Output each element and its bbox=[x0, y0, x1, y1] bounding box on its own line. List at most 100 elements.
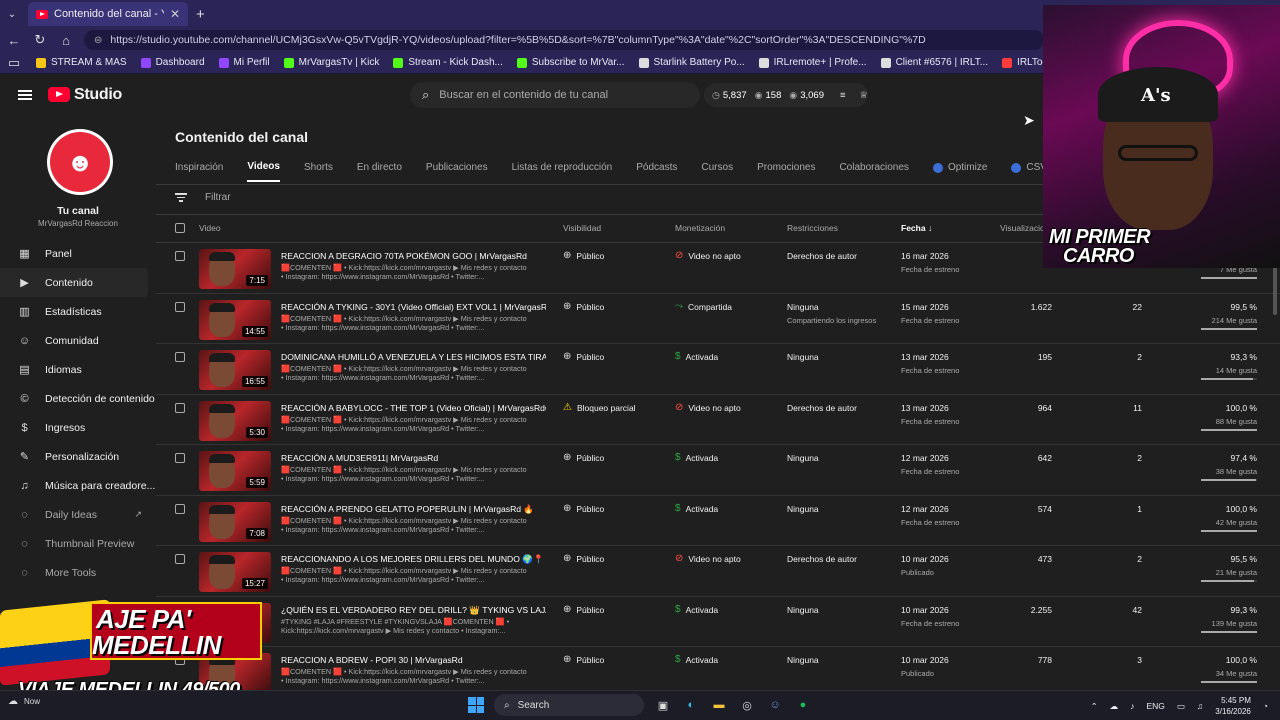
studio-logo[interactable]: Studio bbox=[48, 86, 122, 104]
visibility-cell[interactable]: ⊕ Público bbox=[563, 352, 604, 363]
video-title[interactable]: DOMINICANA HUMILLÓ A VENEZUELA Y LES HIC… bbox=[281, 352, 546, 362]
video-thumbnail[interactable]: 7:15 bbox=[199, 249, 271, 289]
widgets-button[interactable]: ☁ Now bbox=[8, 696, 40, 707]
column-views[interactable]: Visualizacio bbox=[1000, 223, 1045, 233]
search-input[interactable]: ⌕ Buscar en el contenido de tu canal bbox=[410, 82, 700, 108]
new-tab-icon[interactable]: + bbox=[196, 6, 205, 23]
monetization-cell[interactable]: $ Activada bbox=[675, 503, 718, 514]
bookmark-item[interactable]: Mi Perfil bbox=[218, 57, 270, 68]
url-field[interactable]: ⊜ https://studio.youtube.com/channel/UCM… bbox=[84, 30, 1044, 50]
tray-chevron-icon[interactable]: ⌃ bbox=[1091, 701, 1098, 712]
visibility-cell[interactable]: ⊕ Público bbox=[563, 655, 604, 666]
monetization-cell[interactable]: $ Activada bbox=[675, 453, 718, 464]
sidebar-item-more-tools[interactable]: ◌ More Tools bbox=[0, 558, 156, 587]
tab-pódcasts[interactable]: Pódcasts bbox=[636, 161, 677, 182]
video-title[interactable]: REACCIÓN A TYKING - 30Y1 (Video Official… bbox=[281, 302, 546, 313]
row-checkbox[interactable] bbox=[175, 453, 185, 463]
filter-icon[interactable] bbox=[175, 193, 187, 202]
video-thumbnail[interactable]: 5:59 bbox=[199, 451, 271, 491]
tab-shorts[interactable]: Shorts bbox=[304, 161, 333, 182]
tab-videos[interactable]: Videos bbox=[247, 161, 280, 182]
bookmark-item[interactable]: Subscribe to MrVar... bbox=[516, 57, 625, 68]
column-visibility[interactable]: Visibilidad bbox=[563, 223, 601, 233]
clock[interactable]: 5:45 PM 3/16/2026 bbox=[1215, 695, 1251, 717]
menu-icon[interactable] bbox=[18, 89, 32, 100]
browser-tab[interactable]: Contenido del canal - YouTube St... ✕ bbox=[28, 2, 188, 26]
table-row[interactable]: 5:59 REACCIÓN A MUD3ER911| MrVargasRd 🟥COM… bbox=[156, 445, 1280, 496]
video-title[interactable]: REACCIÓN A PRENDO GELATTO POPERULIN | Mr… bbox=[281, 504, 546, 515]
visibility-cell[interactable]: ⊕ Público bbox=[563, 301, 604, 312]
home-icon[interactable]: ⌂ bbox=[58, 33, 74, 48]
tab-colaboraciones[interactable]: Colaboraciones bbox=[839, 161, 909, 182]
sidebar-item-deteccion[interactable]: © Detección de contenido bbox=[0, 384, 156, 413]
task-view-icon[interactable]: ▣ bbox=[654, 696, 672, 714]
filter-input[interactable]: Filtrar bbox=[205, 192, 231, 203]
monetization-cell[interactable]: $ Activada bbox=[675, 352, 718, 363]
row-checkbox[interactable] bbox=[175, 352, 185, 362]
tab-optimize[interactable]: Optimize bbox=[932, 161, 987, 182]
network-icon[interactable]: ▭ bbox=[1177, 701, 1185, 712]
bookmarks-menu-icon[interactable]: ▭ bbox=[6, 55, 22, 71]
video-title[interactable]: REACCIÓN A BABYLOCC - THE TOP 1 (Video O… bbox=[281, 403, 546, 414]
language-indicator[interactable]: ENG bbox=[1146, 701, 1164, 711]
bookmark-item[interactable]: Client #6576 | IRLT... bbox=[880, 57, 988, 68]
bookmark-item[interactable]: Stream - Kick Dash... bbox=[393, 57, 503, 68]
list-icon[interactable]: ≡ bbox=[840, 90, 846, 101]
sidebar-item-daily-ideas[interactable]: ◌ Daily Ideas ↗ bbox=[0, 500, 156, 529]
sidebar-item-ingresos[interactable]: $ Ingresos bbox=[0, 413, 156, 442]
table-row[interactable]: 16:55 DOMINICANA HUMILLÓ A VENEZUELA Y LE… bbox=[156, 344, 1280, 395]
video-title[interactable]: REACCION A DEGRACIO 70TA POKÉMON GOO | M… bbox=[281, 251, 546, 261]
monetization-cell[interactable]: $ Activada bbox=[675, 655, 718, 666]
visibility-cell[interactable]: ⊕ Público bbox=[563, 604, 604, 615]
video-thumbnail[interactable]: 7:08 bbox=[199, 501, 271, 542]
table-row[interactable]: 5:30 REACCIÓN A BABYLOCC - THE TOP 1 (Vid… bbox=[156, 395, 1280, 445]
bookmark-item[interactable]: Dashboard bbox=[140, 57, 205, 68]
table-row[interactable]: ¿QUIÉN ES EL VERDADERO REY DEL DRILL? 👑 … bbox=[156, 597, 1280, 647]
bookmark-item[interactable]: MrVargasTv | Kick bbox=[283, 57, 379, 68]
close-tab-icon[interactable]: ✕ bbox=[170, 7, 180, 21]
tab-cursos[interactable]: Cursos bbox=[701, 161, 733, 182]
table-row[interactable]: 14:55 REACCIÓN A TYKING - 30Y1 (Video Off… bbox=[156, 294, 1280, 344]
sidebar-item-personalizacion[interactable]: ✎ Personalización bbox=[0, 442, 156, 471]
visibility-cell[interactable]: ⊕ Público bbox=[563, 554, 604, 565]
video-title[interactable]: REACCIÓN A MUD3ER911| MrVargasRd bbox=[281, 453, 546, 463]
channel-stats-widget[interactable]: ◷ 5,837 ◉ 158 ◉ 3,069 ≡ ♕ bbox=[704, 83, 868, 107]
visibility-cell[interactable]: ⊕ Público bbox=[563, 251, 604, 262]
video-thumbnail[interactable]: 5:30 bbox=[199, 400, 271, 441]
video-thumbnail[interactable]: 14:55 bbox=[199, 299, 271, 340]
discord-icon[interactable]: ☺ bbox=[766, 696, 784, 714]
edge-browser-icon[interactable]: ◐ bbox=[682, 696, 700, 714]
row-checkbox[interactable] bbox=[175, 554, 185, 564]
sidebar-item-contenido[interactable]: ▶ Contenido bbox=[0, 268, 148, 297]
sidebar-item-panel[interactable]: ▦ Panel bbox=[0, 239, 156, 268]
row-checkbox[interactable] bbox=[175, 301, 185, 312]
spotify-icon[interactable]: ● bbox=[794, 696, 812, 714]
microphone-icon[interactable]: ♪ bbox=[1130, 701, 1134, 711]
reload-icon[interactable]: ↻ bbox=[32, 32, 48, 48]
taskbar-search[interactable]: ⌕ Search bbox=[494, 694, 644, 716]
sidebar-item-idiomas[interactable]: ▤ Idiomas bbox=[0, 355, 156, 384]
video-title[interactable]: REACCION A BDREW - POPI 30 | MrVargasRd bbox=[281, 655, 546, 665]
column-monetization[interactable]: Monetización bbox=[675, 223, 725, 233]
video-title[interactable]: REACCIONANDO A LOS MEJORES DRILLERS DEL … bbox=[281, 554, 546, 565]
video-thumbnail[interactable]: 16:55 bbox=[199, 350, 271, 390]
file-explorer-icon[interactable]: ▬ bbox=[710, 696, 728, 714]
cloud-icon[interactable]: ☁ bbox=[1110, 701, 1119, 712]
notifications-icon[interactable]: ◔ bbox=[1263, 701, 1268, 711]
chrome-icon[interactable]: ◎ bbox=[738, 696, 756, 714]
sidebar-item-estadisticas[interactable]: ▥ Estadísticas bbox=[0, 297, 156, 326]
monetization-cell[interactable]: ⤳ Compartida bbox=[675, 301, 732, 312]
monetization-cell[interactable]: ⊘ Video no apto bbox=[675, 402, 741, 413]
tab-list-chevron-icon[interactable]: ⌄ bbox=[0, 2, 24, 26]
table-row[interactable]: 15:27 REACCIONANDO A LOS MEJORES DRILLERS… bbox=[156, 546, 1280, 597]
tab-en-directo[interactable]: En directo bbox=[357, 161, 402, 182]
monetization-cell[interactable]: ⊘ Video no apto bbox=[675, 251, 741, 262]
tab-listas-de-reproducción[interactable]: Listas de reproducción bbox=[512, 161, 613, 182]
monetization-cell[interactable]: ⊘ Video no apto bbox=[675, 554, 741, 565]
sidebar-item-musica[interactable]: ♫ Música para creadore... bbox=[0, 471, 156, 500]
row-checkbox[interactable] bbox=[175, 251, 185, 261]
back-icon[interactable]: ← bbox=[6, 33, 22, 48]
row-checkbox[interactable] bbox=[175, 402, 185, 413]
windows-start-icon[interactable] bbox=[468, 697, 484, 713]
row-checkbox[interactable] bbox=[175, 503, 185, 514]
